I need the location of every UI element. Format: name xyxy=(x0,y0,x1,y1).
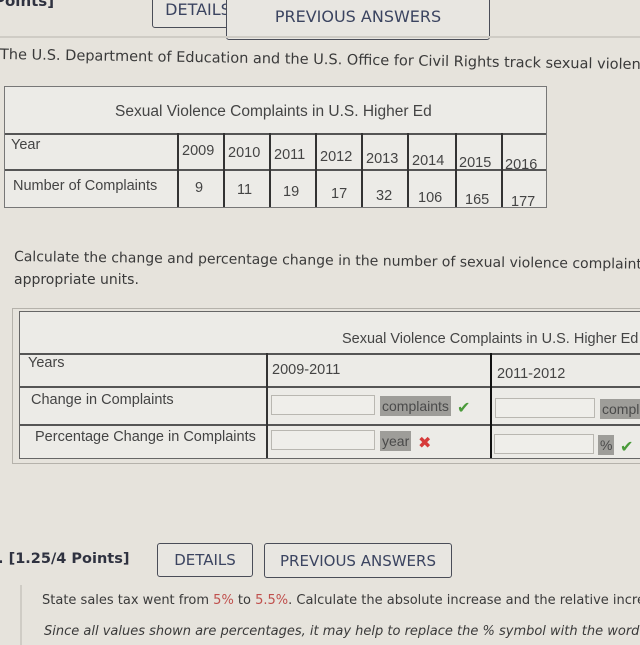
answer-table: Sexual Violence Complaints in U.S. Highe… xyxy=(19,311,640,459)
details-button[interactable]: DETAILS xyxy=(157,543,253,577)
value-from: 5% xyxy=(213,593,234,608)
year-cell: 2016 xyxy=(505,157,538,173)
question-2-points: . [1.25/4 Points] xyxy=(0,551,130,567)
divider xyxy=(0,36,640,38)
question-intro-text: The U.S. Department of Education and the… xyxy=(0,47,640,74)
complaints-cell: 9 xyxy=(195,180,204,196)
percentage-change-2011-2012-input[interactable] xyxy=(494,434,594,454)
instruction-line-1: Calculate the change and percentage chan… xyxy=(13,249,640,273)
row-label-change: Change in Complaints xyxy=(31,392,174,408)
year-cell: 2014 xyxy=(412,153,445,169)
unit-label: compla xyxy=(600,399,640,419)
complaints-cell: 177 xyxy=(511,194,536,210)
period-header: 2011-2012 xyxy=(497,366,566,382)
question-2-hint: Since all values shown are percentages, … xyxy=(44,624,640,639)
row-header-year: Year xyxy=(11,137,41,153)
previous-answers-button[interactable]: PREVIOUS ANSWERS xyxy=(226,0,490,40)
complaints-cell: 106 xyxy=(418,190,443,206)
question-number: . xyxy=(0,551,4,567)
correct-check-icon: ✔ xyxy=(620,437,634,456)
change-2011-2012-input[interactable] xyxy=(495,398,595,418)
question-2-text: State sales tax went from 5% to 5.5%. Ca… xyxy=(42,593,640,608)
period-header: 2009-2011 xyxy=(272,362,341,378)
complaints-cell: 165 xyxy=(465,192,490,208)
year-cell: 2013 xyxy=(366,151,399,167)
previous-answers-button[interactable]: PREVIOUS ANSWERS xyxy=(264,543,452,578)
row-label-percentage-change: Percentage Change in Complaints xyxy=(35,429,256,445)
text: State sales tax went from xyxy=(42,593,214,608)
text: . Calculate the absolute increase and th… xyxy=(288,593,640,608)
correct-check-icon: ✔ xyxy=(457,398,471,417)
question-points: Points] xyxy=(0,0,55,10)
row-header-complaints: Number of Complaints xyxy=(13,178,158,194)
text: to xyxy=(233,593,256,608)
complaints-cell: 32 xyxy=(376,188,393,204)
unit-label: % xyxy=(598,435,615,455)
percentage-change-2009-2011-input[interactable] xyxy=(271,430,375,450)
year-cell: 2011 xyxy=(274,147,306,163)
complaints-cell: 17 xyxy=(331,186,348,202)
points-label: [1.25/4 Points] xyxy=(8,551,130,567)
complaints-cell: 11 xyxy=(237,182,253,198)
complaints-cell: 19 xyxy=(283,184,300,200)
instruction-line-2: appropriate units. xyxy=(14,272,139,288)
year-cell: 2009 xyxy=(182,143,215,159)
answer-table-caption: Sexual Violence Complaints in U.S. Highe… xyxy=(342,331,639,347)
question-border xyxy=(20,585,22,645)
change-2009-2011-input[interactable] xyxy=(271,395,375,415)
unit-label: complaints xyxy=(380,396,451,416)
year-cell: 2012 xyxy=(320,149,353,165)
incorrect-x-icon: ✖ xyxy=(418,433,432,452)
complaints-data-table: Sexual Violence Complaints in U.S. Highe… xyxy=(4,86,547,210)
value-to: 5.5% xyxy=(255,593,289,608)
row-header-years: Years xyxy=(28,355,65,371)
year-cell: 2015 xyxy=(459,155,492,171)
data-table-caption: Sexual Violence Complaints in U.S. Highe… xyxy=(115,103,432,120)
unit-label: year xyxy=(380,431,412,451)
year-cell: 2010 xyxy=(228,145,261,161)
